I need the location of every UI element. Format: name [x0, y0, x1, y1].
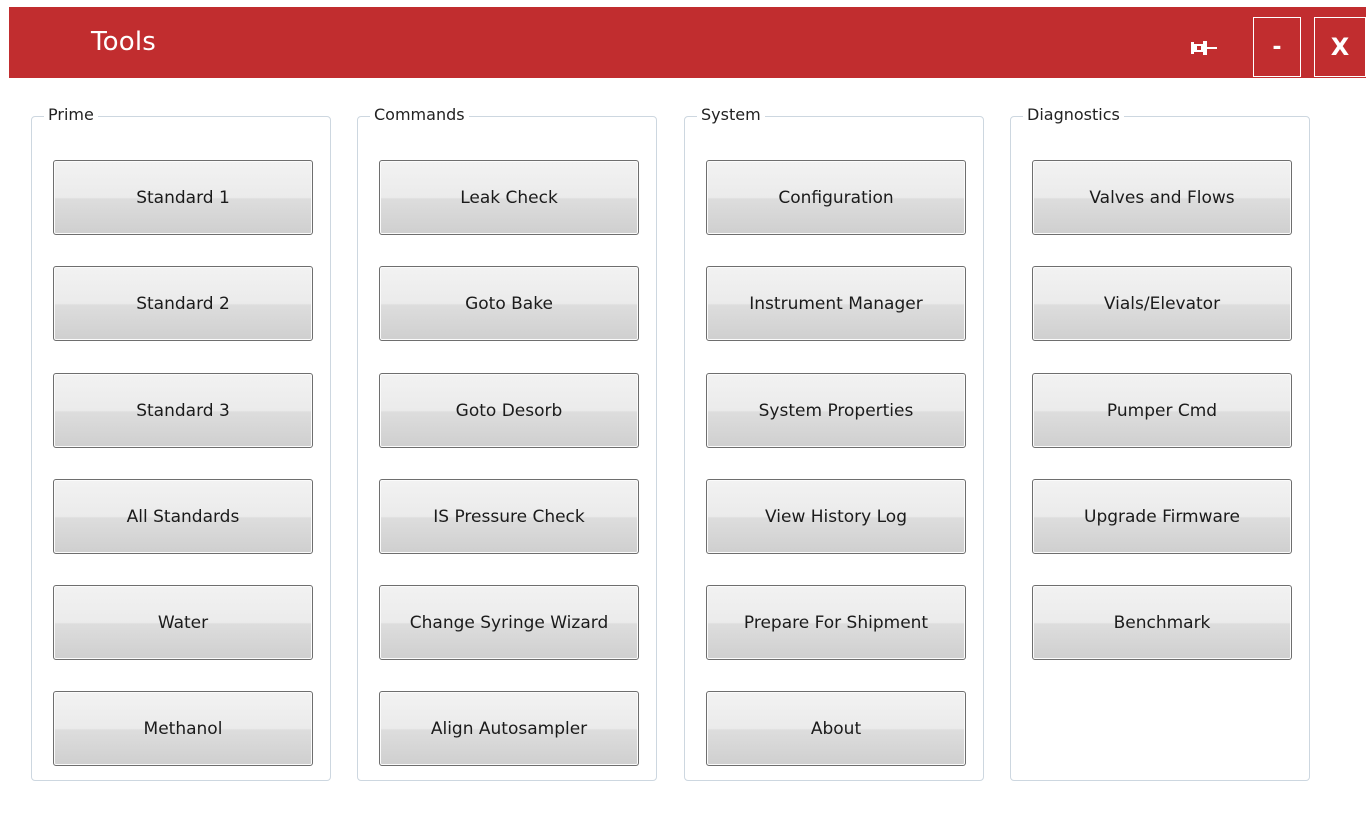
vials-elevator-button[interactable]: Vials/Elevator [1032, 266, 1292, 341]
instrument-manager-button[interactable]: Instrument Manager [706, 266, 966, 341]
leak-check-button[interactable]: Leak Check [379, 160, 639, 235]
minimize-button[interactable]: - [1253, 17, 1301, 77]
window-title: Tools [91, 27, 157, 57]
all-standards-button[interactable]: All Standards [53, 479, 313, 554]
group-label: System [697, 104, 765, 126]
about-button[interactable]: About [706, 691, 966, 766]
group-label: Diagnostics [1023, 104, 1124, 126]
title-bar: Tools - X [9, 7, 1366, 78]
standard-2-button[interactable]: Standard 2 [53, 266, 313, 341]
group-system: System Configuration Instrument Manager … [684, 104, 984, 781]
group-prime: Prime Standard 1 Standard 2 Standard 3 A… [31, 104, 331, 781]
align-autosampler-button[interactable]: Align Autosampler [379, 691, 639, 766]
group-commands: Commands Leak Check Goto Bake Goto Desor… [357, 104, 657, 781]
valves-and-flows-button[interactable]: Valves and Flows [1032, 160, 1292, 235]
group-label: Commands [370, 104, 469, 126]
water-button[interactable]: Water [53, 585, 313, 660]
group-diagnostics: Diagnostics Valves and Flows Vials/Eleva… [1010, 104, 1310, 781]
methanol-button[interactable]: Methanol [53, 691, 313, 766]
system-properties-button[interactable]: System Properties [706, 373, 966, 448]
goto-desorb-button[interactable]: Goto Desorb [379, 373, 639, 448]
view-history-log-button[interactable]: View History Log [706, 479, 966, 554]
standard-1-button[interactable]: Standard 1 [53, 160, 313, 235]
configuration-button[interactable]: Configuration [706, 160, 966, 235]
benchmark-button[interactable]: Benchmark [1032, 585, 1292, 660]
group-label: Prime [44, 104, 98, 126]
upgrade-firmware-button[interactable]: Upgrade Firmware [1032, 479, 1292, 554]
close-button[interactable]: X [1314, 17, 1366, 77]
is-pressure-check-button[interactable]: IS Pressure Check [379, 479, 639, 554]
prepare-for-shipment-button[interactable]: Prepare For Shipment [706, 585, 966, 660]
goto-bake-button[interactable]: Goto Bake [379, 266, 639, 341]
pumper-cmd-button[interactable]: Pumper Cmd [1032, 373, 1292, 448]
standard-3-button[interactable]: Standard 3 [53, 373, 313, 448]
change-syringe-wizard-button[interactable]: Change Syringe Wizard [379, 585, 639, 660]
pin-icon[interactable] [1189, 38, 1229, 58]
